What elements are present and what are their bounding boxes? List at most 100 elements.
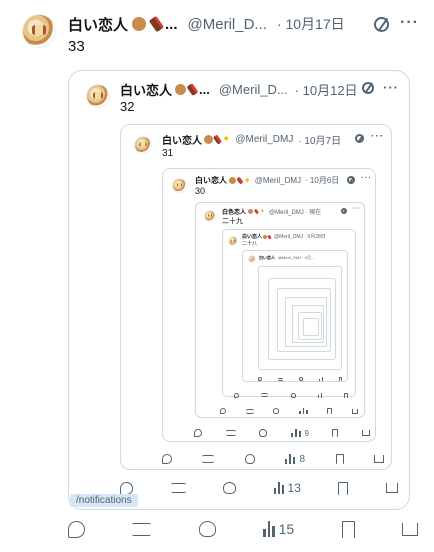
retweet-icon[interactable] (132, 522, 152, 536)
chocolate-emoji-icon (267, 234, 272, 239)
retweet-icon[interactable] (278, 377, 283, 381)
bookmark-icon[interactable] (341, 520, 355, 538)
quote6-avatar (248, 255, 256, 263)
share-icon[interactable] (401, 522, 418, 536)
chocolate-emoji-icon (253, 208, 260, 215)
quote6-handle: @Meril_DMJ · 9月... (278, 254, 315, 260)
views-count[interactable]: 9 (290, 428, 309, 438)
chocolate-emoji-icon (236, 175, 244, 185)
more-options-icon[interactable]: ··· (361, 173, 372, 182)
tweet-date[interactable]: · 10月17日 (277, 14, 345, 34)
quote4-name: 白色恋人 (222, 210, 247, 216)
reply-icon[interactable] (258, 377, 262, 381)
views-icon[interactable] (319, 377, 323, 381)
quote4-actions (220, 406, 358, 416)
share-icon[interactable] (385, 483, 398, 493)
main-tweet-actions: 15 (68, 518, 418, 540)
bookmark-icon[interactable] (344, 392, 348, 398)
sparkles-emoji-icon: ✦ (260, 209, 266, 215)
quote1-actions: 13 (120, 480, 398, 496)
quote5-name: 白い恋人 (242, 234, 263, 240)
views-icon[interactable] (317, 392, 322, 398)
bookmark-icon[interactable] (338, 481, 349, 495)
main-tweet-header: 白い恋人 ... @Meril_D... · 10月17日 (68, 14, 345, 34)
bookmark-icon[interactable] (335, 454, 344, 464)
bookmark-icon[interactable] (332, 429, 339, 437)
quoted-tweet-13[interactable] (303, 318, 319, 336)
cookie-emoji-icon (204, 134, 213, 144)
retweet-icon[interactable] (261, 393, 269, 397)
like-icon[interactable] (244, 454, 255, 464)
views-icon[interactable] (299, 408, 308, 414)
views-value: 15 (278, 521, 295, 537)
cookie-emoji-icon (229, 176, 236, 184)
like-icon[interactable] (299, 377, 303, 381)
grok-icon[interactable] (355, 134, 364, 143)
quote4-text: 二十九 (222, 218, 243, 225)
views-count[interactable]: 13 (273, 481, 301, 495)
views-value: 9 (304, 428, 309, 438)
quote1-handle: @Meril_D... (218, 81, 288, 97)
quote5-text: 二十八 (242, 241, 258, 247)
retweet-icon[interactable] (170, 483, 186, 493)
quote6-header: 白い恋人 @Meril_DMJ · 9月... (259, 254, 314, 261)
reply-icon[interactable] (234, 392, 239, 398)
quote2-date: · 10月7日 (298, 135, 342, 147)
chocolate-emoji-icon (186, 82, 199, 96)
like-icon[interactable] (198, 521, 216, 537)
quote2-name: 白い恋人 (162, 135, 202, 147)
share-icon[interactable] (373, 455, 384, 463)
quote3-text: 30 (195, 186, 206, 196)
views-icon (285, 454, 296, 464)
name-ellipsis: ... (165, 15, 178, 33)
author-handle[interactable]: @Meril_D... (188, 16, 267, 33)
views-count[interactable]: 15 (263, 521, 294, 537)
quote3-header: 白い恋人 ✦ @Meril_DMJ · 10月6日 (195, 173, 339, 187)
more-options-icon[interactable]: ··· (371, 131, 384, 142)
views-value: 13 (287, 481, 301, 495)
reply-icon[interactable] (68, 520, 85, 538)
views-icon (273, 482, 284, 494)
grok-icon[interactable] (374, 17, 389, 32)
quote2-actions: 8 (162, 452, 384, 466)
more-options-icon[interactable]: ··· (352, 206, 361, 212)
grok-icon[interactable] (362, 82, 374, 94)
quote3-handle: @Meril_DMJ (254, 175, 302, 185)
reply-icon[interactable] (194, 429, 202, 437)
views-count[interactable]: 8 (285, 454, 305, 465)
quote2-avatar (134, 136, 152, 154)
grok-icon[interactable] (347, 176, 355, 184)
retweet-icon[interactable] (225, 430, 236, 436)
reply-icon[interactable] (120, 481, 133, 495)
share-icon[interactable] (361, 430, 370, 436)
quote2-text: 31 (162, 148, 174, 159)
like-icon[interactable] (290, 392, 296, 398)
cookie-emoji-icon (132, 17, 147, 31)
more-options-icon[interactable]: ··· (383, 80, 399, 95)
sparkles-emoji-icon: ✦ (222, 133, 231, 145)
author-name[interactable]: 白い恋人 (68, 14, 128, 35)
like-icon[interactable] (223, 482, 237, 494)
grok-icon[interactable] (341, 208, 347, 214)
bookmark-icon[interactable] (327, 408, 333, 414)
quote4-avatar (204, 210, 216, 222)
name-ellipsis: ... (199, 81, 210, 97)
quote5-actions (234, 391, 348, 399)
reply-icon[interactable] (220, 408, 226, 414)
quote1-name: 白い恋人 (120, 82, 173, 98)
quote1-date: · 10月12日 (294, 82, 358, 98)
chocolate-emoji-icon (212, 133, 223, 145)
more-options-icon[interactable]: ··· (400, 14, 419, 32)
quote6-name: 白い恋人 (259, 254, 275, 260)
reply-icon[interactable] (162, 454, 172, 464)
retweet-icon[interactable] (202, 455, 215, 463)
like-icon[interactable] (259, 429, 267, 437)
quote3-date: · 10月6日 (305, 175, 340, 185)
bookmark-icon[interactable] (339, 377, 342, 381)
main-avatar[interactable] (22, 14, 56, 48)
retweet-icon[interactable] (245, 408, 254, 414)
like-icon[interactable] (273, 408, 280, 414)
quote3-avatar (172, 178, 187, 193)
share-icon[interactable] (351, 408, 358, 414)
quote4-handle: @Meril_DMJ · 現在 (269, 210, 322, 216)
